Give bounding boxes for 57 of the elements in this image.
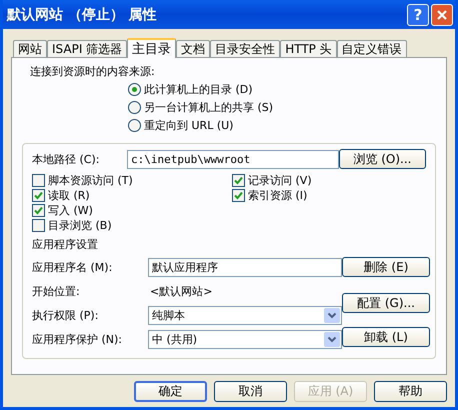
radio-option[interactable]: 此计算机上的目录 (D) bbox=[128, 82, 436, 97]
configure-button[interactable]: 配置 (G)... bbox=[342, 293, 430, 313]
checkbox-box[interactable] bbox=[32, 189, 45, 202]
checkbox[interactable]: 读取 (R) bbox=[32, 188, 232, 203]
checkbox-label: 读取 (R) bbox=[48, 188, 90, 203]
tab[interactable]: 目录安全性 bbox=[210, 40, 280, 57]
radio-option[interactable]: 另一台计算机上的共享 (S) bbox=[128, 100, 436, 115]
field-label: 执行权限 (P): bbox=[32, 308, 100, 322]
window-title: 默认网站 （停止） 属性 bbox=[7, 6, 158, 24]
close-button[interactable] bbox=[431, 4, 453, 26]
tab[interactable]: ISAPI 筛选器 bbox=[47, 40, 128, 57]
dialog-button[interactable]: 确定 bbox=[134, 381, 207, 402]
checkbox-box[interactable] bbox=[32, 174, 45, 187]
field-label: 应用程序保护 (N): bbox=[32, 332, 124, 346]
radio-button[interactable] bbox=[128, 101, 141, 114]
checkbox[interactable]: 索引资源 (I) bbox=[232, 188, 426, 203]
radio-option[interactable]: 重定向到 URL (U) bbox=[128, 118, 436, 133]
checkbox[interactable]: 写入 (W) bbox=[32, 203, 232, 218]
start-location-value: <默认网站> bbox=[149, 284, 212, 298]
section-heading: 应用程序设置 bbox=[32, 237, 99, 253]
radio-label: 此计算机上的目录 (D) bbox=[144, 82, 253, 97]
field-label: 应用程序名 (M): bbox=[32, 260, 114, 274]
browse-button[interactable]: 浏览 (O)... bbox=[338, 149, 426, 169]
field-label: 开始位置: bbox=[32, 284, 81, 298]
checkbox[interactable]: 目录浏览 (B) bbox=[32, 218, 232, 233]
radio-button[interactable] bbox=[128, 119, 141, 132]
radio-label: 重定向到 URL (U) bbox=[144, 118, 234, 133]
checkbox-box[interactable] bbox=[32, 219, 45, 232]
dropdown[interactable]: 纯脚本 bbox=[148, 306, 342, 324]
checkbox-label: 索引资源 (I) bbox=[248, 188, 308, 203]
checkbox[interactable]: 脚本资源访问 (T) bbox=[32, 173, 232, 188]
section-label: 连接到资源时的内容来源: bbox=[30, 64, 156, 79]
tab[interactable]: 主目录 bbox=[127, 38, 176, 58]
field-label: 本地路径 (C): bbox=[32, 152, 100, 166]
close-icon[interactable] bbox=[436, 8, 448, 20]
unload-button[interactable]: 卸载 (L) bbox=[342, 327, 430, 347]
checkbox-label: 脚本资源访问 (T) bbox=[48, 173, 133, 188]
remove-button[interactable]: 删除 (E) bbox=[342, 257, 430, 277]
tab[interactable]: 自定义错误 bbox=[336, 40, 407, 57]
checkbox-label: 目录浏览 (B) bbox=[48, 218, 112, 233]
help-button[interactable]: ? bbox=[407, 4, 429, 26]
radio-label: 另一台计算机上的共享 (S) bbox=[144, 100, 274, 115]
checkbox-box[interactable] bbox=[32, 204, 45, 217]
dropdown[interactable]: 中 (共用) bbox=[148, 330, 342, 348]
dialog-button[interactable]: 帮助 bbox=[374, 381, 447, 402]
dialog-button[interactable]: 取消 bbox=[214, 381, 287, 402]
checkbox-label: 写入 (W) bbox=[48, 203, 93, 218]
radio-button[interactable] bbox=[128, 83, 141, 96]
tab[interactable]: HTTP 头 bbox=[280, 40, 337, 57]
checkbox[interactable]: 记录访问 (V) bbox=[232, 173, 426, 188]
tab[interactable]: 文档 bbox=[176, 40, 210, 57]
path-field[interactable]: c:\inetpub\wwwroot bbox=[127, 150, 339, 168]
checkbox-label: 记录访问 (V) bbox=[248, 173, 312, 188]
tab[interactable]: 网站 bbox=[13, 40, 47, 57]
checkbox-box[interactable] bbox=[232, 189, 245, 202]
app-name-field[interactable]: 默认应用程序 bbox=[148, 258, 342, 276]
checkbox-box[interactable] bbox=[232, 174, 245, 187]
